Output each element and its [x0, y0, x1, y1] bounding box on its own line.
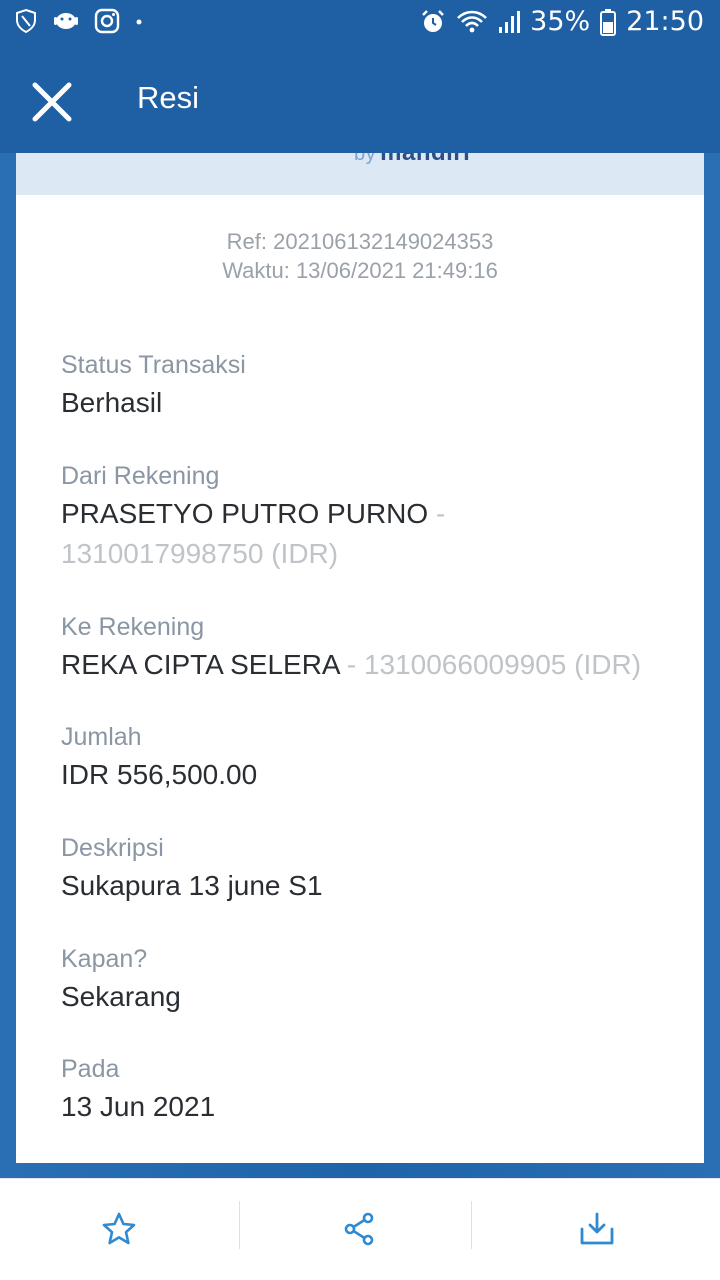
shield-icon: [14, 8, 38, 34]
field-from-account: Dari Rekening PRASETYO PUTRO PURNO - 131…: [61, 458, 681, 574]
field-label: Status Transaksi: [61, 351, 246, 379]
field-to-account: Ke Rekening REKA CIPTA SELERA - 13100660…: [61, 609, 681, 685]
field-label: Deskripsi: [61, 834, 164, 862]
alarm-icon: [420, 9, 446, 35]
instagram-icon: [94, 8, 120, 34]
from-account-number: 1310017998750 (IDR): [61, 538, 339, 569]
field-value: Sukapura 13 june S1: [61, 870, 323, 901]
field-label: Pada: [61, 1055, 120, 1083]
card-header: bymandiri: [16, 153, 704, 195]
field-value: Sekarang: [61, 981, 181, 1012]
separator: -: [339, 649, 364, 680]
field-label: Dari Rekening: [61, 462, 220, 490]
status-bar-right: 35% 21:50: [420, 6, 704, 37]
transaction-time: Waktu: 13/06/2021 21:49:16: [222, 258, 498, 283]
field-value: REKA CIPTA SELERA - 1310066009905 (IDR): [61, 645, 681, 685]
field-value: PRASETYO PUTRO PURNO - 1310017998750 (ID…: [61, 494, 681, 574]
logo-by: by: [354, 153, 377, 165]
status-bar: 35% 21:50: [0, 0, 720, 50]
android-icon: [52, 8, 80, 34]
clock-time: 21:50: [626, 6, 704, 37]
close-button[interactable]: [26, 76, 78, 128]
reference-block: Ref: 202106132149024353 Waktu: 13/06/202…: [16, 227, 704, 285]
field-when: Kapan? Sekarang: [61, 941, 681, 1017]
close-icon: [32, 82, 72, 122]
download-button[interactable]: [478, 1179, 716, 1279]
field-description: Deskripsi Sukapura 13 june S1: [61, 830, 681, 906]
battery-percent: 35%: [530, 6, 591, 37]
receipt-card: bymandiri Ref: 202106132149024353 Waktu:…: [16, 153, 704, 1163]
field-status: Status Transaksi Berhasil: [61, 347, 681, 423]
field-value: IDR 556,500.00: [61, 759, 258, 790]
share-icon: [344, 1212, 374, 1246]
field-label: Jumlah: [61, 723, 142, 751]
share-button[interactable]: [240, 1179, 478, 1279]
wifi-icon: [456, 9, 488, 35]
field-date: Pada 13 Jun 2021: [61, 1051, 681, 1127]
field-label: Kapan?: [61, 945, 148, 973]
app-bar: Resi: [0, 50, 720, 153]
page-title: Resi: [137, 80, 200, 115]
field-value: 13 Jun 2021: [61, 1091, 216, 1122]
battery-icon: [600, 8, 617, 36]
status-bar-left-icons: [14, 8, 144, 34]
to-account-name: REKA CIPTA SELERA: [61, 649, 340, 680]
to-account-number: 1310066009905 (IDR): [363, 649, 642, 680]
field-amount: Jumlah IDR 556,500.00: [61, 719, 681, 795]
logo-name: mandiri: [380, 153, 470, 166]
bank-logo: bymandiri: [354, 153, 470, 167]
dot-icon: [134, 8, 144, 34]
bottom-action-bar: [0, 1178, 720, 1280]
star-icon: [102, 1212, 136, 1245]
signal-icon: [498, 9, 521, 35]
from-account-name: PRASETYO PUTRO PURNO: [61, 498, 429, 529]
favorite-button[interactable]: [0, 1179, 238, 1279]
download-icon: [580, 1212, 614, 1245]
divider: [471, 1201, 472, 1249]
reference-number: Ref: 202106132149024353: [226, 229, 494, 254]
field-label: Ke Rekening: [61, 613, 205, 641]
separator: -: [428, 498, 446, 529]
field-value: Berhasil: [61, 387, 163, 418]
